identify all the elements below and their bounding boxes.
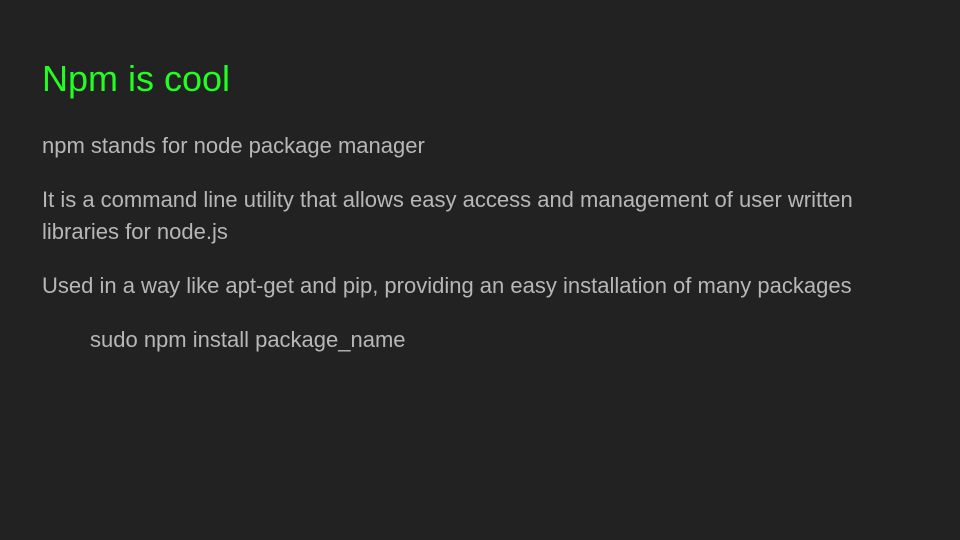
slide-title: Npm is cool (42, 58, 231, 99)
slide: Npm is cool npm stands for node package … (0, 0, 960, 540)
paragraph-npm-usage: Used in a way like apt-get and pip, prov… (42, 273, 852, 298)
paragraph-npm-utility: It is a command line utility that allows… (42, 187, 853, 244)
install-command: sudo npm install package_name (90, 327, 406, 352)
paragraph-npm-definition: npm stands for node package manager (42, 133, 425, 158)
slide-body: npm stands for node package manager It i… (42, 130, 902, 378)
